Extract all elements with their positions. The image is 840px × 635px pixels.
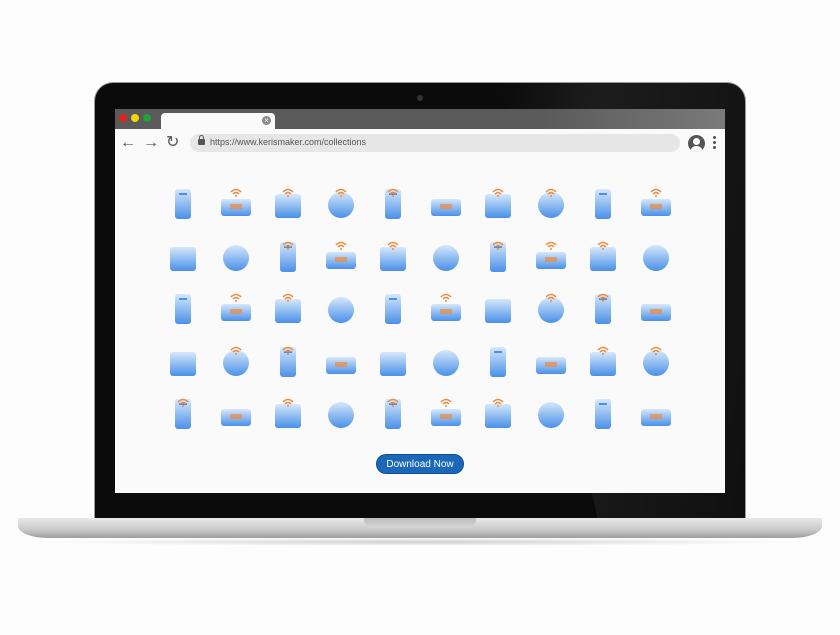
- refrigerator-icon[interactable]: [262, 387, 315, 440]
- gauge-icon[interactable]: [577, 177, 630, 230]
- smart-lock-icon[interactable]: [315, 230, 368, 283]
- nfc-card-icon[interactable]: [630, 230, 683, 283]
- browser-window: × ← → ↻ https://www.kerismaker.com/colle…: [115, 109, 725, 493]
- webcam: [417, 95, 423, 101]
- minimize-window-button[interactable]: [131, 114, 139, 122]
- delivery-drone-icon[interactable]: [577, 230, 630, 283]
- power-socket-icon[interactable]: [420, 282, 473, 335]
- game-controller-icon[interactable]: [367, 335, 420, 388]
- washing-machine-icon[interactable]: [315, 387, 368, 440]
- location-pin-icon[interactable]: [262, 282, 315, 335]
- tab-close-icon[interactable]: ×: [262, 116, 271, 125]
- router-icon[interactable]: [262, 177, 315, 230]
- printer-icon[interactable]: [210, 335, 263, 388]
- cloud-network-icon[interactable]: [630, 177, 683, 230]
- smart-bulb-icon[interactable]: [472, 177, 525, 230]
- globe-icon[interactable]: [157, 177, 210, 230]
- url-text[interactable]: https://www.kerismaker.com/collections: [210, 137, 366, 147]
- door-handle-icon[interactable]: [525, 282, 578, 335]
- smart-door-icon[interactable]: [420, 230, 473, 283]
- laptop-notch: [364, 518, 476, 528]
- smart-faucet-icon[interactable]: [630, 335, 683, 388]
- browser-toolbar: ← → ↻ https://www.kerismaker.com/collect…: [115, 129, 725, 158]
- shopping-cart-icon[interactable]: [525, 230, 578, 283]
- solar-panel-icon[interactable]: [367, 282, 420, 335]
- robot-arm-icon[interactable]: [577, 387, 630, 440]
- thermometer-icon[interactable]: [630, 387, 683, 440]
- desktop-computer-icon[interactable]: [577, 335, 630, 388]
- smart-wallet-icon[interactable]: [367, 387, 420, 440]
- profile-avatar-icon[interactable]: [688, 135, 705, 152]
- security-camera-icon[interactable]: [157, 230, 210, 283]
- phone-scanner-icon[interactable]: [472, 282, 525, 335]
- smartwatch-icon[interactable]: [630, 282, 683, 335]
- close-window-button[interactable]: [119, 114, 127, 122]
- headphones-icon[interactable]: [262, 335, 315, 388]
- laptop-shadow: [40, 538, 800, 546]
- smart-tv-stand-icon[interactable]: [472, 387, 525, 440]
- browser-tab[interactable]: ×: [161, 113, 275, 129]
- address-bar[interactable]: https://www.kerismaker.com/collections: [190, 134, 680, 152]
- tab-bar: ×: [115, 109, 725, 129]
- air-conditioner-icon[interactable]: [210, 230, 263, 283]
- lock-icon: [198, 135, 205, 145]
- reload-icon[interactable]: ↻: [166, 134, 179, 152]
- icon-grid: [157, 177, 682, 440]
- smart-car-icon[interactable]: [315, 177, 368, 230]
- monitor-wifi-icon[interactable]: [472, 230, 525, 283]
- vr-headset-icon[interactable]: [262, 230, 315, 283]
- signal-tower-icon[interactable]: [525, 177, 578, 230]
- game-remotes-icon[interactable]: [525, 335, 578, 388]
- e-reader-icon[interactable]: [472, 335, 525, 388]
- smart-home-icon[interactable]: [420, 335, 473, 388]
- smartphone-wifi-icon[interactable]: [367, 177, 420, 230]
- coffee-machine-icon[interactable]: [525, 387, 578, 440]
- server-network-icon[interactable]: [210, 177, 263, 230]
- maximize-window-button[interactable]: [143, 114, 151, 122]
- safe-icon[interactable]: [315, 335, 368, 388]
- back-arrow-icon[interactable]: ←: [120, 134, 136, 152]
- computer-mouse-icon[interactable]: [420, 387, 473, 440]
- car-thermometer-icon[interactable]: [577, 282, 630, 335]
- download-now-button[interactable]: Download Now: [376, 454, 464, 474]
- more-menu-icon[interactable]: [713, 136, 717, 151]
- forward-arrow-icon[interactable]: →: [143, 134, 159, 152]
- credit-cards-icon[interactable]: [315, 282, 368, 335]
- radiator-icon[interactable]: [157, 335, 210, 388]
- remote-control-icon[interactable]: [420, 177, 473, 230]
- smart-greenhouse-icon[interactable]: [157, 387, 210, 440]
- medical-monitor-icon[interactable]: [210, 387, 263, 440]
- camera-icon[interactable]: [210, 282, 263, 335]
- drone-icon[interactable]: [367, 230, 420, 283]
- microchip-icon[interactable]: [157, 282, 210, 335]
